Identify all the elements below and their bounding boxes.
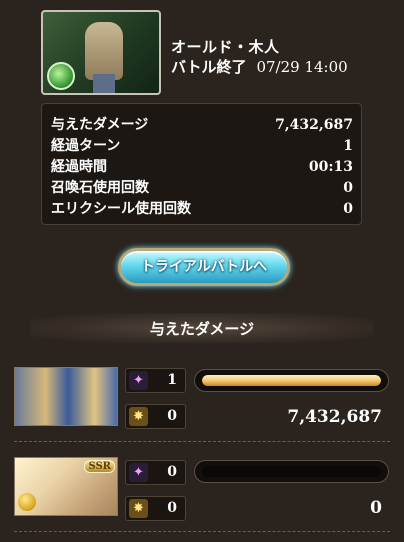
training-dummy-icon [85, 22, 123, 80]
summon-sparkle-icon: ✦ [129, 463, 148, 482]
section-title: 与えたダメージ [149, 320, 255, 338]
character-damage: 7,432,687 [287, 407, 382, 427]
boss-name: オールド・木人 [171, 38, 280, 56]
summon-count: 1 [167, 372, 177, 388]
boss-thumbnail [41, 10, 161, 95]
stat-label: エリクシール使用回数 [51, 201, 191, 217]
damage-share-bar [194, 460, 389, 483]
summon-sparkle-icon: ✦ [129, 371, 148, 390]
character-damage: 0 [370, 498, 382, 518]
stat-label: 与えたダメージ [51, 117, 149, 133]
battle-status: バトル終了 [171, 58, 247, 76]
character-portrait[interactable]: SSR [14, 457, 118, 516]
chain-count: 0 [167, 500, 177, 516]
summon-count-box: ✦ 0 [125, 460, 186, 485]
chain-burst-icon: ✸ [129, 499, 148, 518]
summon-count: 0 [167, 464, 177, 480]
stat-label: 召喚石使用回数 [51, 180, 149, 196]
chain-count-box: ✸ 0 [125, 404, 186, 429]
stat-value: 7,432,687 [275, 117, 353, 133]
damage-share-track [202, 375, 381, 386]
stat-row-time: 経過時間 00:13 [51, 157, 353, 178]
light-element-icon [18, 493, 36, 511]
stat-row-turns: 経過ターン 1 [51, 136, 353, 157]
stat-row-elixir: エリクシール使用回数 0 [51, 199, 353, 220]
stat-label: 経過時間 [51, 159, 107, 175]
character-portrait[interactable] [14, 367, 118, 426]
ssr-rarity-badge: SSR [84, 460, 115, 473]
damage-share-bar [194, 369, 389, 392]
battle-status-line: バトル終了 07/29 14:00 [171, 56, 348, 77]
damage-share-fill [202, 375, 381, 386]
damage-share-track [202, 466, 381, 477]
chain-count: 0 [167, 408, 177, 424]
row-divider [14, 441, 390, 442]
stat-value: 00:13 [308, 159, 353, 175]
stat-label: 経過ターン [51, 138, 121, 154]
battle-stats-panel: 与えたダメージ 7,432,687 経過ターン 1 経過時間 00:13 召喚石… [41, 103, 362, 225]
stat-value: 0 [343, 201, 353, 217]
summon-count-box: ✦ 1 [125, 368, 186, 393]
stat-row-damage: 与えたダメージ 7,432,687 [51, 115, 353, 136]
chain-count-box: ✸ 0 [125, 496, 186, 521]
training-dummy-base [93, 74, 115, 93]
battle-datetime: 07/29 14:00 [256, 58, 348, 76]
stat-row-summons: 召喚石使用回数 0 [51, 178, 353, 199]
stat-value: 1 [343, 138, 353, 154]
trial-battle-button[interactable]: トライアルバトルへ [118, 248, 290, 286]
chain-burst-icon: ✸ [129, 407, 148, 426]
wind-element-icon [47, 62, 75, 90]
row-divider [14, 531, 390, 532]
stat-value: 0 [343, 180, 353, 196]
